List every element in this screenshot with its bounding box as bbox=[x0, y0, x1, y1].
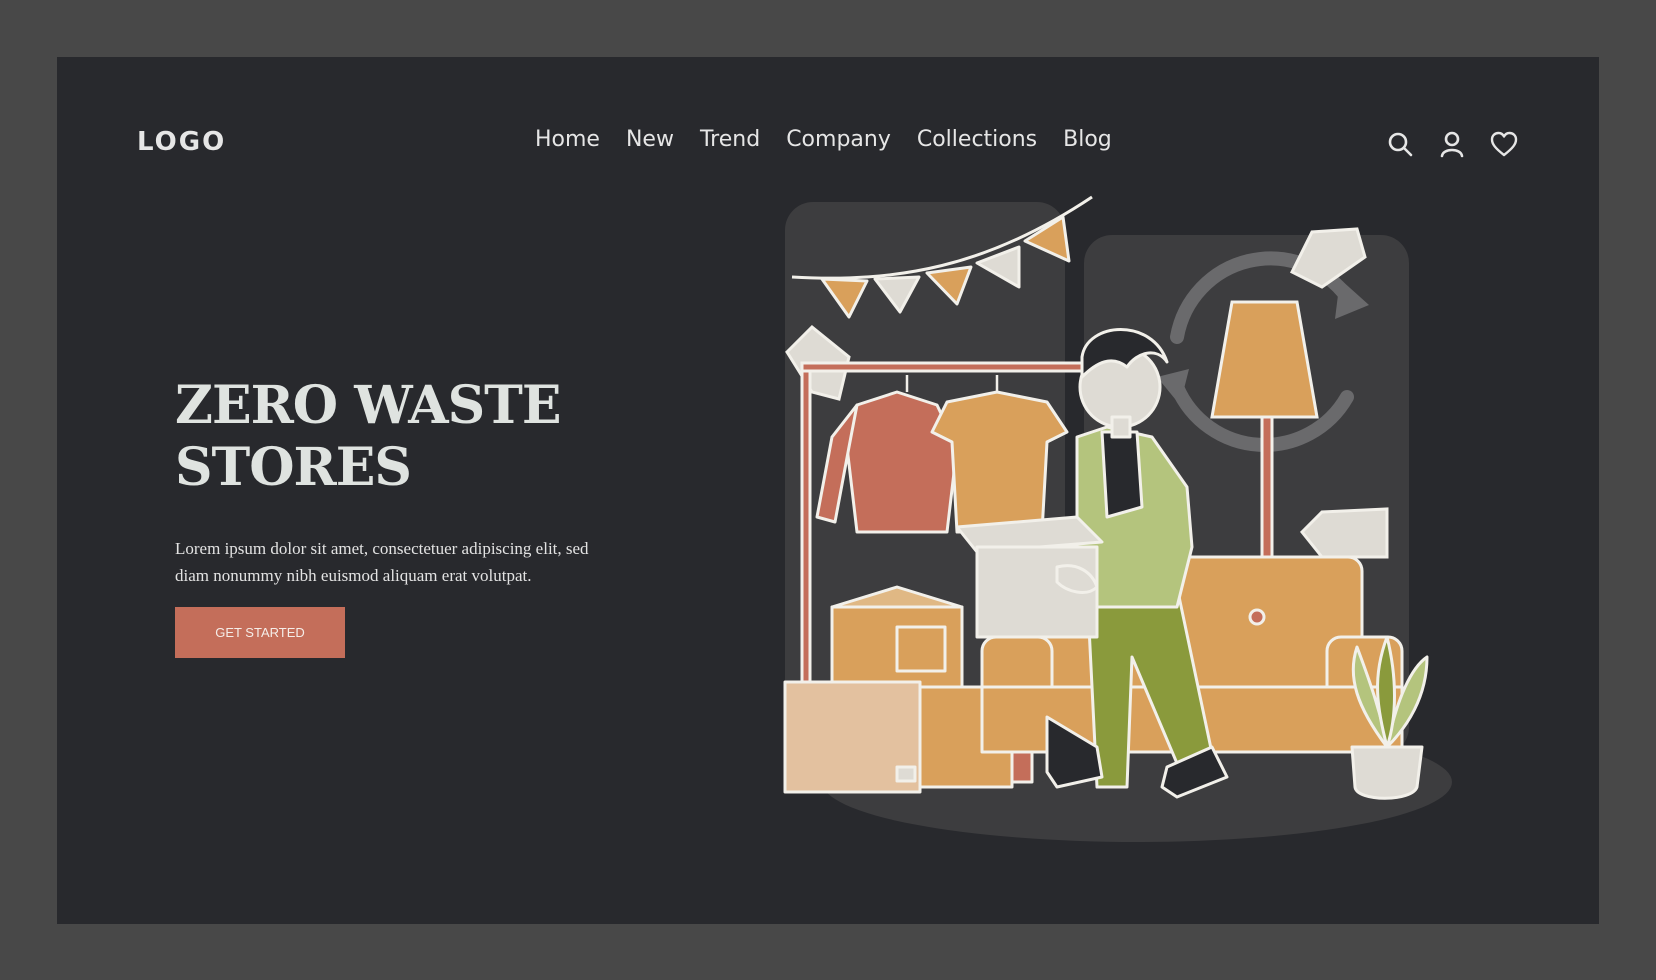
heart-icon[interactable] bbox=[1489, 129, 1519, 159]
get-started-button[interactable]: GET STARTED bbox=[175, 607, 345, 658]
nav-home[interactable]: Home bbox=[535, 127, 600, 152]
hero-title: ZERO WASTE STORES bbox=[175, 375, 595, 499]
held-box bbox=[955, 515, 1104, 639]
nav-trend[interactable]: Trend bbox=[700, 127, 760, 152]
nav-new[interactable]: New bbox=[626, 127, 674, 152]
logo[interactable]: LOGO bbox=[137, 127, 226, 157]
user-icon[interactable] bbox=[1437, 129, 1467, 159]
hero-title-line2: STORES bbox=[175, 437, 412, 498]
hero-illustration bbox=[757, 187, 1457, 917]
nav-company[interactable]: Company bbox=[786, 127, 891, 152]
nav-collections[interactable]: Collections bbox=[917, 127, 1037, 152]
header-icons bbox=[1385, 129, 1519, 159]
search-icon[interactable] bbox=[1385, 129, 1415, 159]
nav-blog[interactable]: Blog bbox=[1063, 127, 1112, 152]
hero-title-line1: ZERO WASTE bbox=[175, 375, 562, 436]
main-nav: Home New Trend Company Collections Blog bbox=[535, 127, 1112, 152]
hero-text-line1: Lorem ipsum dolor sit amet, consectetuer… bbox=[175, 539, 589, 558]
landing-page: LOGO Home New Trend Company Collections … bbox=[57, 57, 1599, 924]
hero-text-line2: diam nonummy nibh euismod aliquam erat v… bbox=[175, 566, 532, 585]
zero-waste-store-illustration bbox=[783, 195, 1452, 842]
hero-description: Lorem ipsum dolor sit amet, consectetuer… bbox=[175, 535, 675, 589]
